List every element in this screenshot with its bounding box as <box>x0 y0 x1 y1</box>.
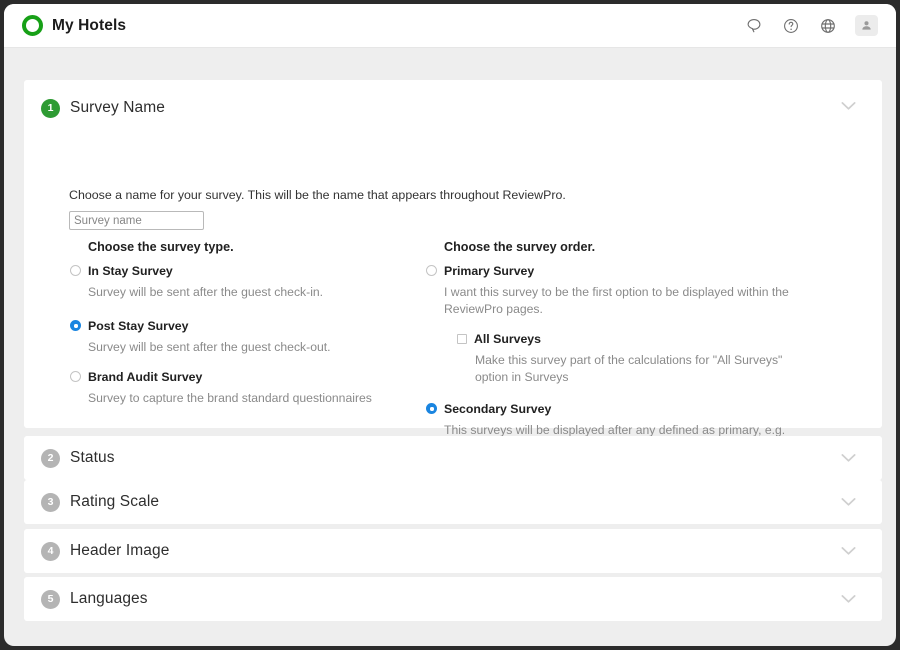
feedback-icon[interactable] <box>744 16 764 36</box>
section-number-badge: 1 <box>41 99 60 118</box>
survey-type-heading: Choose the survey type. <box>88 240 407 254</box>
survey-name-input[interactable] <box>69 211 204 230</box>
radio-primary-survey[interactable] <box>426 265 437 276</box>
section-title: Languages <box>70 590 148 608</box>
section-header-rating-scale[interactable]: 3 Rating Scale <box>24 480 882 524</box>
section-header-status[interactable]: 2 Status <box>24 436 882 480</box>
survey-type-column: Choose the survey type. In Stay Survey S… <box>57 240 407 425</box>
section-title: Status <box>70 449 115 467</box>
option-label: All Surveys <box>474 332 541 346</box>
option-label: Secondary Survey <box>444 402 551 416</box>
section-number-badge: 2 <box>41 449 60 468</box>
survey-type-option-brand-audit[interactable]: Brand Audit Survey Survey to capture the… <box>57 370 407 407</box>
brand-title: My Hotels <box>52 17 126 35</box>
chevron-down-icon[interactable] <box>841 498 856 507</box>
option-description: I want this survey to be the first optio… <box>444 284 813 318</box>
option-description: Survey to capture the brand standard que… <box>88 390 407 407</box>
option-description: Make this survey part of the calculation… <box>475 352 813 386</box>
chevron-down-icon[interactable] <box>841 547 856 556</box>
survey-type-option-post-stay[interactable]: Post Stay Survey Survey will be sent aft… <box>57 319 407 356</box>
survey-type-option-in-stay[interactable]: In Stay Survey Survey will be sent after… <box>57 264 407 301</box>
option-description: Survey will be sent after the guest chec… <box>88 284 407 301</box>
radio-brand-audit-survey[interactable] <box>70 371 81 382</box>
section-title: Rating Scale <box>70 493 159 511</box>
section-number-badge: 5 <box>41 590 60 609</box>
radio-post-stay-survey[interactable] <box>70 320 81 331</box>
section-card-rating-scale[interactable]: 3 Rating Scale <box>24 480 882 524</box>
section-header-languages[interactable]: 5 Languages <box>24 577 882 621</box>
option-description: Survey will be sent after the guest chec… <box>88 339 407 356</box>
help-icon[interactable] <box>781 16 801 36</box>
language-globe-icon[interactable] <box>818 16 838 36</box>
all-surveys-sub-option[interactable]: All Surveys Make this survey part of the… <box>444 332 813 386</box>
topbar-actions <box>744 15 878 36</box>
survey-order-option-primary[interactable]: Primary Survey I want this survey to be … <box>413 264 813 318</box>
chevron-down-icon[interactable] <box>841 454 856 463</box>
radio-secondary-survey[interactable] <box>426 403 437 414</box>
section-card-languages[interactable]: 5 Languages <box>24 577 882 621</box>
section-card-status[interactable]: 2 Status <box>24 436 882 480</box>
section-number-badge: 3 <box>41 493 60 512</box>
section-card-header-image[interactable]: 4 Header Image <box>24 529 882 573</box>
section-title: Header Image <box>70 542 169 560</box>
radio-in-stay-survey[interactable] <box>70 265 81 276</box>
checkbox-all-surveys[interactable] <box>457 334 467 344</box>
option-label: In Stay Survey <box>88 264 173 278</box>
option-label: Post Stay Survey <box>88 319 188 333</box>
reviewpro-ring-logo-icon <box>22 15 43 36</box>
chevron-down-icon[interactable] <box>841 595 856 604</box>
survey-name-intro-text: Choose a name for your survey. This will… <box>69 188 566 202</box>
user-avatar-icon[interactable] <box>855 15 878 36</box>
section-header-survey-name[interactable]: 1 Survey Name <box>24 80 882 132</box>
section-number-badge: 4 <box>41 542 60 561</box>
top-navigation-bar: My Hotels <box>4 4 896 48</box>
section-header-header-image[interactable]: 4 Header Image <box>24 529 882 573</box>
chevron-down-icon[interactable] <box>841 102 856 111</box>
section-card-survey-name: 1 Survey Name Choose a name for your sur… <box>24 80 882 428</box>
section-title: Survey Name <box>70 99 165 117</box>
brand-logo-group[interactable]: My Hotels <box>22 15 126 36</box>
survey-order-heading: Choose the survey order. <box>444 240 813 254</box>
app-viewport: My Hotels <box>4 4 896 646</box>
option-label: Brand Audit Survey <box>88 370 202 384</box>
option-label: Primary Survey <box>444 264 534 278</box>
